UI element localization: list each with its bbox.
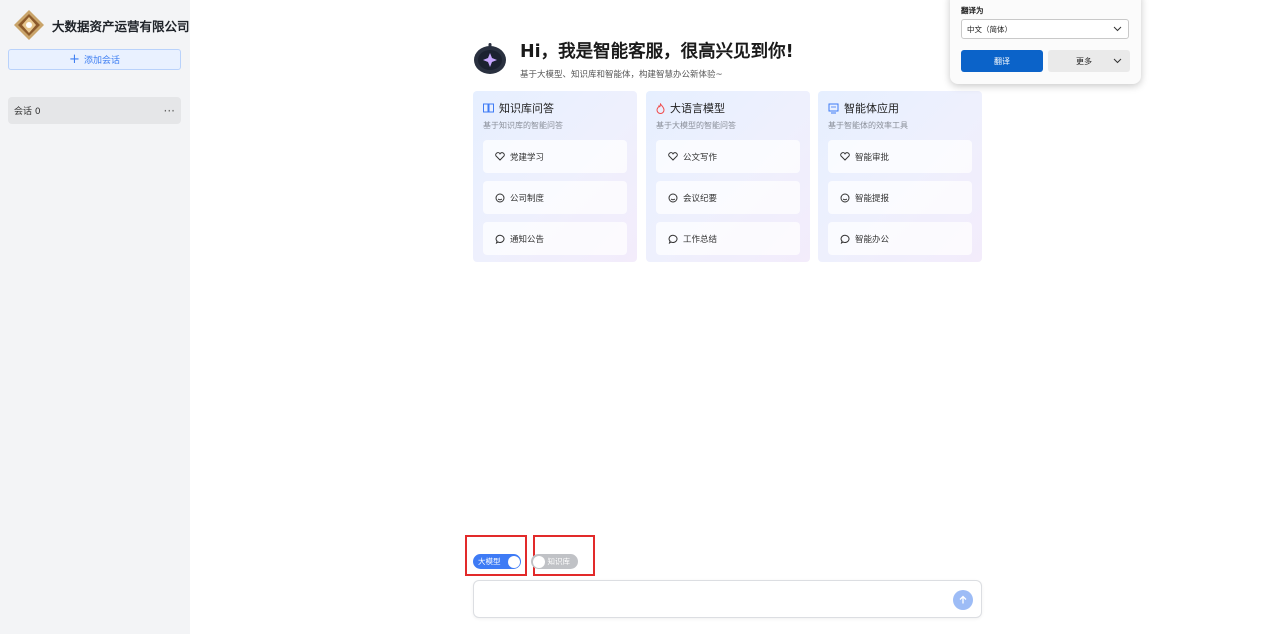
chat-icon (668, 234, 678, 244)
prompt-label: 党建学习 (510, 152, 545, 163)
brand: 大数据资产运营有限公司 (12, 8, 190, 42)
knowledge-toggle-label: 知识库 (547, 557, 571, 566)
prompt-item[interactable]: 公司制度 (483, 181, 627, 214)
language-value: 中文（简体） (967, 24, 1012, 34)
prompt-item[interactable]: 通知公告 (483, 222, 627, 255)
model-toggle[interactable]: 大模型 (473, 554, 521, 569)
card-language-model: 大语言模型 基于大模型的智能问答 公文写作 会议纪要 工作总结 (646, 91, 810, 262)
prompt-item[interactable]: 智能审批 (828, 140, 972, 173)
chat-icon (840, 234, 850, 244)
smile-icon (495, 193, 505, 202)
heart-icon (495, 152, 505, 161)
heart-icon (668, 152, 678, 161)
card-subtitle: 基于知识库的智能问答 (483, 121, 563, 130)
smile-icon (668, 193, 678, 202)
company-name: 大数据资产运营有限公司 (52, 18, 190, 34)
prompt-label: 通知公告 (510, 234, 545, 245)
card-agent-apps: 智能体应用 基于智能体的效率工具 智能审批 智能提报 智能办公 (818, 91, 982, 262)
prompt-label: 智能办公 (855, 234, 890, 245)
session-label: 会话 0 (14, 107, 41, 117)
sidebar: 大数据资产运营有限公司 + 添加会话 会话 0 ··· (0, 0, 190, 634)
prompt-item[interactable]: 智能提报 (828, 181, 972, 214)
translate-to-label: 翻译为 (961, 6, 984, 15)
translate-popup: 翻译为 中文（简体） 翻译 更多 (950, 0, 1141, 84)
card-header: 智能体应用 (828, 100, 899, 116)
book-icon (483, 103, 494, 113)
chat-icon (495, 234, 505, 244)
card-knowledge-qa: 知识库问答 基于知识库的智能问答 党建学习 公司制度 通知公告 (473, 91, 637, 262)
prompt-label: 智能审批 (855, 152, 890, 163)
smile-icon (840, 193, 850, 202)
card-title: 大语言模型 (670, 102, 725, 115)
language-select[interactable]: 中文（简体） (961, 19, 1129, 39)
message-input[interactable] (484, 589, 944, 609)
translate-button[interactable]: 翻译 (961, 50, 1043, 72)
knowledge-toggle[interactable]: 知识库 (531, 554, 578, 569)
prompt-label: 工作总结 (683, 234, 718, 245)
card-title: 智能体应用 (844, 102, 899, 115)
toggle-knob (507, 555, 520, 568)
session-item[interactable]: 会话 0 ··· (8, 97, 181, 124)
card-subtitle: 基于大模型的智能问答 (656, 121, 736, 130)
prompt-item[interactable]: 工作总结 (656, 222, 800, 255)
send-button[interactable] (953, 590, 973, 610)
add-chat-label: 添加会话 (83, 56, 120, 66)
prompt-label: 公司制度 (510, 193, 545, 204)
arrow-up-icon (959, 595, 967, 604)
model-toggle-label: 大模型 (478, 557, 501, 566)
prompt-item[interactable]: 会议纪要 (656, 181, 800, 214)
prompt-label: 会议纪要 (683, 193, 718, 204)
toggle-knob (532, 555, 545, 568)
more-label: 更多 (1076, 56, 1092, 66)
welcome-subtitle: 基于大模型、知识库和智能体，构建智慧办公新体验~ (520, 70, 723, 80)
welcome-title: Hi，我是智能客服，很高兴见到你! (520, 42, 794, 62)
prompt-item[interactable]: 智能办公 (828, 222, 972, 255)
plus-icon: + (69, 52, 80, 67)
prompt-item[interactable]: 公文写作 (656, 140, 800, 173)
more-button[interactable]: 更多 (1048, 50, 1130, 72)
assistant-avatar-icon (474, 43, 506, 74)
flame-icon (656, 102, 665, 114)
add-chat-button[interactable]: + 添加会话 (8, 49, 181, 70)
card-header: 知识库问答 (483, 100, 554, 116)
prompt-label: 智能提报 (855, 193, 890, 204)
message-composer (473, 580, 982, 618)
more-options-icon[interactable]: ··· (164, 104, 175, 118)
prompt-item[interactable]: 党建学习 (483, 140, 627, 173)
card-title: 知识库问答 (499, 102, 554, 115)
prompt-label: 公文写作 (683, 152, 718, 163)
chevron-down-icon (1113, 58, 1122, 64)
agent-icon (828, 103, 839, 113)
card-header: 大语言模型 (656, 100, 725, 116)
heart-icon (840, 152, 850, 161)
company-logo-icon (14, 10, 44, 40)
welcome-header: Hi，我是智能客服，很高兴见到你! 基于大模型、知识库和智能体，构建智慧办公新体… (473, 38, 794, 80)
chevron-down-icon (1113, 26, 1122, 32)
card-subtitle: 基于智能体的效率工具 (828, 121, 908, 130)
